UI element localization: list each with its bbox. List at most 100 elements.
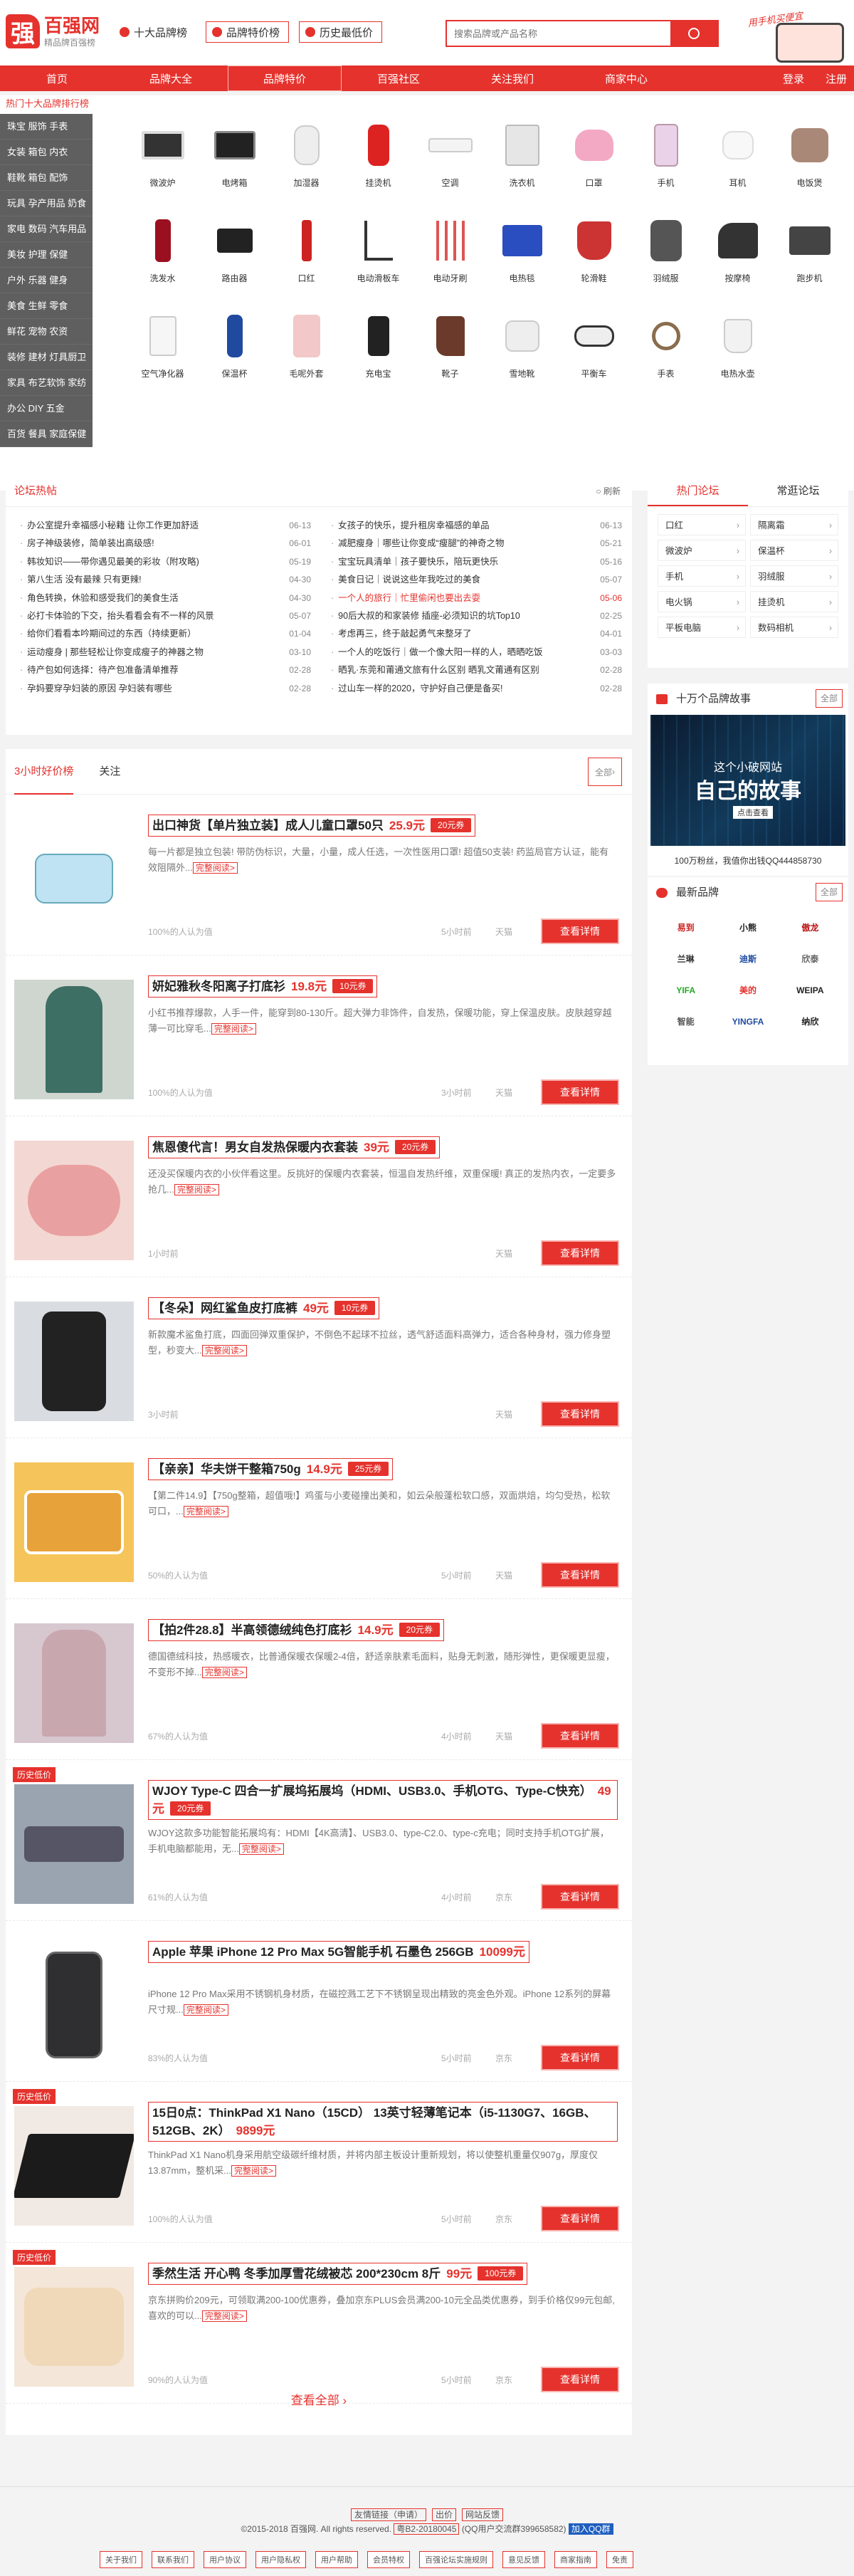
- forum-post[interactable]: 角色转换，休验和感受我们的美食生活 04-30: [20, 590, 311, 607]
- category-item[interactable]: 鞋靴 箱包 配饰: [0, 165, 93, 191]
- stories-banner[interactable]: 这个小破网站 自己的故事 点击查看: [650, 715, 845, 846]
- icp-link[interactable]: 粤B2-20180045: [394, 2523, 460, 2535]
- product-item[interactable]: 电动牙刷: [414, 214, 486, 299]
- forum-post[interactable]: 办公室提升幸福感小秘籍 让你工作更加舒适 06-13: [20, 517, 311, 535]
- nav-home[interactable]: 首页: [0, 66, 114, 91]
- deal-coupon[interactable]: 100元券: [478, 2266, 524, 2281]
- see-all-link[interactable]: 查看全部 ›: [6, 2367, 632, 2435]
- deal-title[interactable]: 【亲亲】华夫饼干整箱750g 14.9元 25元券: [148, 1458, 394, 1480]
- footer-bottom-link[interactable]: 用户隐私权: [255, 2551, 306, 2568]
- site-logo[interactable]: 强 百强网 精品牌百强榜: [6, 14, 100, 48]
- forum-post[interactable]: 晒乳·东莞和莆通文旅有什么区别 晒乳文莆通有区别 02-28: [331, 661, 622, 679]
- view-details-button[interactable]: 查看详情: [541, 1562, 619, 1588]
- view-details-button[interactable]: 查看详情: [541, 1079, 619, 1105]
- forum-link[interactable]: 羽绒服: [750, 565, 838, 587]
- product-item[interactable]: 挂烫机: [342, 118, 414, 204]
- nav-deals[interactable]: 品牌特价: [228, 66, 342, 91]
- view-details-button[interactable]: 查看详情: [541, 2206, 619, 2231]
- product-item[interactable]: 电饭煲: [774, 118, 845, 204]
- deal-coupon[interactable]: 10元券: [332, 979, 374, 993]
- deal-title[interactable]: 15日0点：ThinkPad X1 Nano（15CD） 13英寸轻薄笔记本（i…: [148, 2102, 618, 2142]
- product-item[interactable]: 手表: [630, 309, 702, 394]
- forum-post[interactable]: 给你们看看本吟期间过的东西（持续更新） 01-04: [20, 625, 311, 643]
- footer-bottom-link[interactable]: 用户帮助: [315, 2551, 358, 2568]
- nav-follow[interactable]: 关注我们: [455, 66, 569, 91]
- forum-post[interactable]: 第八生活 没有最辣 只有更辣! 04-30: [20, 571, 311, 589]
- join-qq-button[interactable]: 加入QQ群: [568, 2523, 613, 2535]
- deals-all-button[interactable]: 全部 ›: [588, 758, 622, 786]
- search-input[interactable]: [447, 21, 670, 46]
- view-details-button[interactable]: 查看详情: [541, 2045, 619, 2070]
- deal-coupon[interactable]: 10元券: [334, 1301, 376, 1315]
- product-item[interactable]: 按摩椅: [702, 214, 774, 299]
- footer-link[interactable]: 出价: [431, 2508, 456, 2521]
- forum-link[interactable]: 数码相机: [750, 617, 838, 639]
- tab-3h-deals[interactable]: 3小时好价榜: [14, 749, 74, 795]
- category-item[interactable]: 户外 乐器 健身: [0, 268, 93, 293]
- view-details-button[interactable]: 查看详情: [541, 1884, 619, 1910]
- product-item[interactable]: 毛呢外套: [270, 309, 342, 394]
- product-item[interactable]: 跑步机: [774, 214, 845, 299]
- read-more-link[interactable]: 完整阅读>: [201, 2310, 247, 2322]
- read-more-link[interactable]: 完整阅读>: [183, 2004, 228, 2016]
- lowest-price-link[interactable]: 历史最低价: [299, 21, 383, 43]
- deal-image[interactable]: [14, 2106, 134, 2226]
- deal-image[interactable]: [14, 1141, 134, 1260]
- category-item[interactable]: 美妆 护理 保健: [0, 242, 93, 268]
- tab-following[interactable]: 关注: [99, 749, 120, 795]
- category-item[interactable]: 装修 建材 灯具厨卫: [0, 345, 93, 370]
- search-button[interactable]: [670, 21, 717, 46]
- product-item[interactable]: 平衡车: [558, 309, 630, 394]
- deal-image[interactable]: [14, 1945, 134, 2065]
- deal-coupon[interactable]: 20元券: [431, 818, 472, 832]
- product-item[interactable]: 洗衣机: [486, 118, 558, 204]
- forum-post[interactable]: 孕妈要穿孕妇装的原因 孕妇装有哪些 02-28: [20, 680, 311, 698]
- deal-title[interactable]: 【拍2件28.8】半高领德绒纯色打底衫 14.9元 20元券: [148, 1619, 444, 1641]
- forum-link[interactable]: 电火锅: [658, 591, 746, 613]
- forum-post[interactable]: 过山车一样的2020，守护好自己便是备买! 02-28: [331, 680, 622, 698]
- deal-title[interactable]: 焦恩傻代言！男女自发热保暖内衣套装 39元 20元券: [148, 1136, 441, 1158]
- footer-link[interactable]: 友情链接（申请）: [350, 2508, 426, 2521]
- product-item[interactable]: 轮滑鞋: [558, 214, 630, 299]
- app-promo[interactable]: 用手机买便宜: [747, 1, 851, 63]
- deal-coupon[interactable]: 20元券: [399, 1623, 440, 1637]
- deal-coupon[interactable]: 20元券: [394, 1140, 436, 1154]
- category-item[interactable]: 办公 DIY 五金: [0, 396, 93, 422]
- read-more-link[interactable]: 完整阅读>: [174, 1184, 219, 1195]
- deal-image[interactable]: [14, 1302, 134, 1421]
- brand-logo[interactable]: YINGFA: [717, 1012, 779, 1031]
- read-more-link[interactable]: 完整阅读>: [231, 2165, 277, 2177]
- category-item[interactable]: 珠宝 服饰 手表: [0, 114, 93, 140]
- footer-bottom-link[interactable]: 百强论坛实施规则: [419, 2551, 493, 2568]
- product-item[interactable]: 保温杯: [199, 309, 270, 394]
- stories-more[interactable]: 全部: [815, 689, 843, 708]
- category-item[interactable]: 玩具 孕产用品 奶食: [0, 191, 93, 216]
- footer-link[interactable]: 网站反馈: [462, 2508, 504, 2521]
- deal-title[interactable]: 季然生活 开心鸭 冬季加厚雪花绒被芯 200*230cm 8斤 99元 100元券: [148, 2263, 528, 2285]
- footer-bottom-link[interactable]: 联系我们: [152, 2551, 194, 2568]
- forum-post[interactable]: 运动瘦身 | 那些轻松让你变成瘦子的神器之物 03-10: [20, 644, 311, 661]
- brand-logo[interactable]: 纳欣: [779, 1012, 841, 1031]
- read-more-link[interactable]: 完整阅读>: [211, 1023, 256, 1035]
- product-item[interactable]: 电动滑板车: [342, 214, 414, 299]
- forum-link[interactable]: 隔离霜: [750, 514, 838, 536]
- forum-post[interactable]: 韩妆知识——带你遇见最美的彩妆（附攻略) 05-19: [20, 553, 311, 571]
- view-details-button[interactable]: 查看详情: [541, 1723, 619, 1749]
- forum-post[interactable]: 必打卡体验的下交，抬头看看会有不一样的风景 05-07: [20, 607, 311, 625]
- deal-coupon[interactable]: 20元券: [170, 1801, 211, 1816]
- read-more-link[interactable]: 完整阅读>: [183, 1506, 228, 1517]
- footer-bottom-link[interactable]: 免责: [606, 2551, 633, 2568]
- view-details-button[interactable]: 查看详情: [541, 1240, 619, 1266]
- read-more-link[interactable]: 完整阅读>: [192, 862, 238, 874]
- forum-post[interactable]: 减肥瘦身｜哪些让你变成“瘦腿”的神奇之物 05-21: [331, 535, 622, 553]
- view-details-button[interactable]: 查看详情: [541, 1401, 619, 1427]
- product-item[interactable]: 微波炉: [127, 118, 199, 204]
- footer-bottom-link[interactable]: 会员特权: [367, 2551, 410, 2568]
- forum-post[interactable]: 考虑再三，终于敲起勇气来整牙了 04-01: [331, 625, 622, 643]
- forum-post[interactable]: 美食日记｜说说这些年我吃过的美食 05-07: [331, 571, 622, 589]
- footer-bottom-link[interactable]: 关于我们: [100, 2551, 142, 2568]
- deal-image[interactable]: [14, 980, 134, 1099]
- brand-logo[interactable]: 美的: [717, 981, 779, 1000]
- product-item[interactable]: 空气净化器: [127, 309, 199, 394]
- forum-post[interactable]: 一个人的吃饭行｜做一个像大阳一样的人，晒晒吃饭 03-03: [331, 644, 622, 661]
